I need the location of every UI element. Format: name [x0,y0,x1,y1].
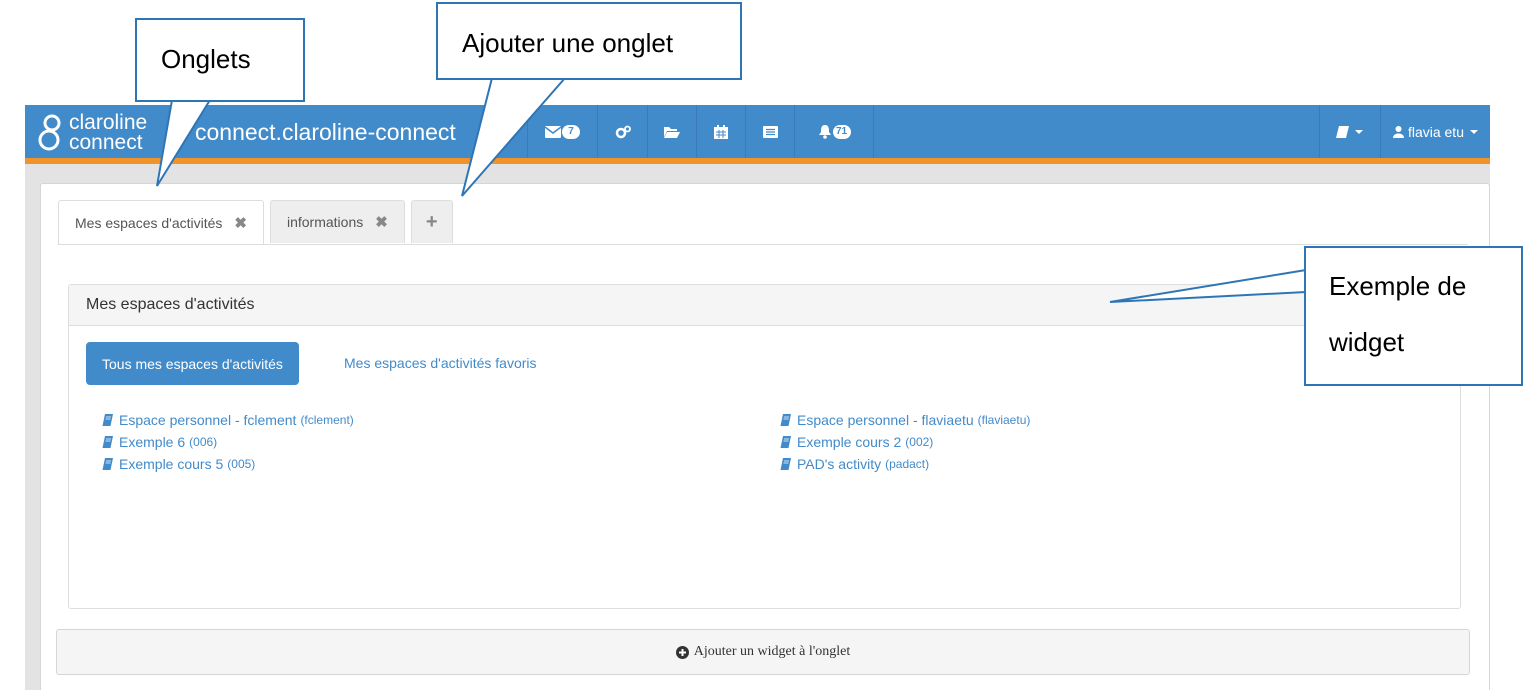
callout-widget-line2: widget [1329,327,1405,357]
callout-add-tab-text: Ajouter une onglet [462,28,674,58]
add-tab-pointer [461,77,566,197]
callout-onglets: Onglets [135,18,305,102]
callout-onglets-text: Onglets [161,44,251,74]
callout-ajouter-onglet: Ajouter une onglet [436,2,742,80]
callout-widget-line1: Exemple de [1329,271,1467,301]
callout-widget: Exemple de widget [1304,246,1523,386]
widget-pointer [1109,269,1307,303]
onglets-pointer [156,99,211,187]
